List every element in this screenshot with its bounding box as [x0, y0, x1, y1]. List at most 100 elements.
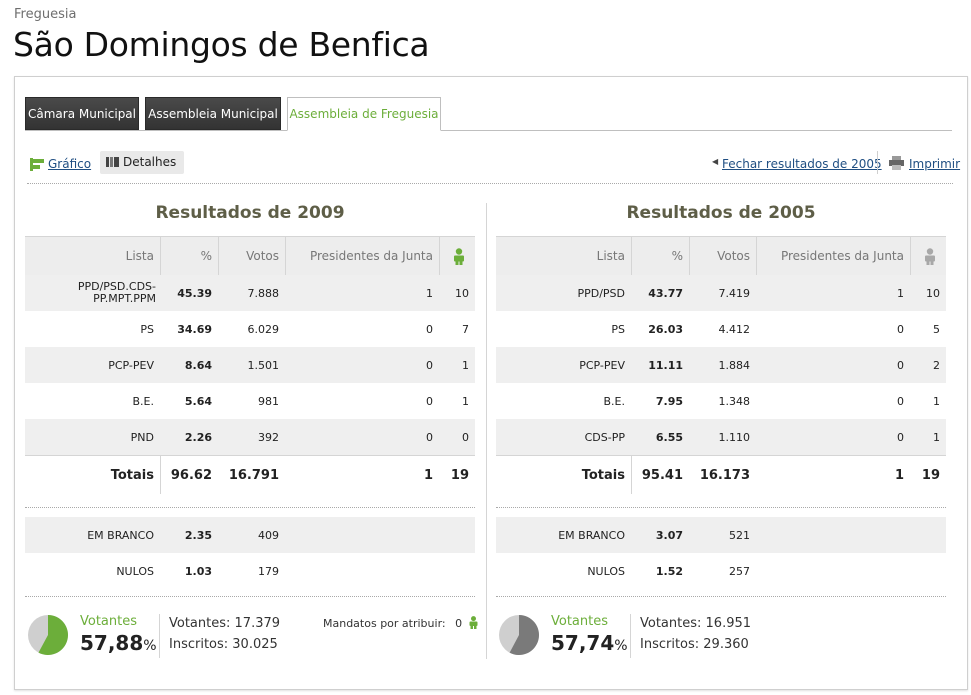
header-votos: Votos — [717, 249, 750, 263]
cell-mandatos: 1 — [462, 394, 469, 408]
header-pct: % — [671, 249, 683, 263]
person-icon — [923, 248, 937, 268]
cell-votos: 7.419 — [718, 286, 751, 300]
table-row: PS 26.03 4.412 0 5 — [496, 311, 946, 347]
mandatos-label: Mandatos por atribuir: — [323, 617, 446, 630]
cell-pct: 43.77 — [648, 286, 683, 300]
cell-mandatos: 1 — [933, 430, 940, 444]
cell-votos: 1.501 — [247, 358, 280, 372]
header-votos: Votos — [246, 249, 279, 263]
cell-votos: 1.884 — [718, 358, 751, 372]
cell-lista: PPD/PSD — [577, 286, 625, 300]
divider-line — [496, 507, 946, 508]
cell-totais-votos: 16.173 — [699, 467, 750, 483]
header-divider — [910, 237, 911, 275]
cell-presidentes: 0 — [897, 322, 904, 336]
grafico-link[interactable]: Gráfico — [48, 157, 91, 171]
cell-nulos-pct: 1.03 — [184, 564, 212, 578]
detalhes-label: Detalhes — [123, 155, 177, 169]
blank-votes-row: EM BRANCO 3.07 521 — [496, 517, 946, 553]
divider-line — [25, 596, 475, 597]
results-2009-title: Resultados de 2009 — [155, 203, 345, 223]
header-lista: Lista — [125, 249, 154, 263]
cell-nulos-label: NULOS — [116, 564, 154, 578]
inscritos-count-2005: Inscritos: 29.360 — [640, 637, 749, 652]
table-row: B.E. 5.64 981 0 1 — [25, 383, 475, 419]
cell-mandatos: 5 — [933, 322, 940, 336]
votantes-count-2005: Votantes: 16.951 — [640, 616, 752, 631]
results-panel: Câmara Municipal Assembleia Municipal As… — [14, 76, 968, 690]
mandatos-value: 0 — [455, 617, 463, 630]
cell-votos: 1.348 — [718, 394, 751, 408]
cell-mandatos: 2 — [933, 358, 940, 372]
cell-pct: 7.95 — [655, 394, 683, 408]
cell-lista: PCP-PEV — [579, 358, 625, 372]
turnout-pie-2009 — [28, 615, 68, 655]
cell-lista: PND — [130, 430, 154, 444]
cell-lista: PPD/PSD.CDS-PP.MPT.PPM — [77, 280, 156, 305]
person-icon — [452, 248, 466, 268]
cell-mandatos: 1 — [462, 358, 469, 372]
table-row: PCP-PEV 8.64 1.501 0 1 — [25, 347, 475, 383]
cell-totais-mandatos: 19 — [921, 467, 940, 483]
cell-lista: CDS-PP — [584, 430, 625, 444]
votantes-count-2009: Votantes: 17.379 — [169, 616, 281, 631]
cell-presidentes: 0 — [426, 430, 433, 444]
results-2005-title: Resultados de 2005 — [626, 203, 816, 223]
imprimir-link[interactable]: Imprimir — [909, 157, 960, 171]
votantes-label-2009: Votantes — [80, 614, 138, 629]
bar-chart-icon — [30, 156, 44, 175]
cell-mandatos: 10 — [926, 286, 940, 300]
cell-presidentes: 0 — [426, 394, 433, 408]
cell-totais-votos: 16.791 — [228, 467, 279, 483]
cell-nulos-votos: 257 — [729, 564, 750, 578]
totals-row: Totais 95.41 16.173 1 19 — [496, 455, 946, 494]
table-row: PPD/PSD 43.77 7.419 1 10 — [496, 275, 946, 311]
results-2009-header: Lista % Votos Presidentes da Junta — [25, 236, 475, 276]
cell-totais-mandatos: 19 — [450, 467, 469, 483]
cell-lista: PCP-PEV — [108, 358, 154, 372]
cell-branco-votos: 521 — [729, 528, 750, 542]
cell-totais-label: Totais — [581, 467, 625, 483]
tab-assembleia-freguesia[interactable]: Assembleia de Freguesia — [287, 97, 441, 131]
divider-line — [25, 507, 475, 508]
cell-votos: 392 — [258, 430, 279, 444]
header-lista: Lista — [596, 249, 625, 263]
page-subtitle: Freguesia — [14, 7, 77, 22]
cell-presidentes: 0 — [897, 394, 904, 408]
list-icon — [106, 152, 119, 175]
blank-votes-row: EM BRANCO 2.35 409 — [25, 517, 475, 553]
detalhes-button[interactable]: Detalhes — [100, 151, 185, 175]
inscritos-count-2009: Inscritos: 30.025 — [169, 637, 278, 652]
cell-mandatos: 0 — [462, 430, 469, 444]
cell-mandatos: 7 — [462, 322, 469, 336]
header-pct: % — [200, 249, 212, 263]
cell-totais-pct: 96.62 — [170, 467, 212, 483]
tab-assembleia-municipal[interactable]: Assembleia Municipal — [145, 97, 281, 130]
votantes-pct-value-2009: 57,88 — [80, 631, 144, 655]
divider-line — [496, 596, 946, 597]
cell-lista: PS — [611, 322, 625, 336]
cell-branco-label: EM BRANCO — [558, 528, 625, 542]
toolbar-divider-line — [27, 183, 953, 184]
cell-totais-presidentes: 1 — [423, 467, 433, 483]
mandatos-por-atribuir: Mandatos por atribuir: 0 — [323, 616, 479, 632]
cell-lista: B.E. — [603, 394, 626, 408]
tab-camara-municipal[interactable]: Câmara Municipal — [25, 97, 139, 130]
table-row: PS 34.69 6.029 0 7 — [25, 311, 475, 347]
cell-totais-pct: 95.41 — [641, 467, 683, 483]
person-icon — [468, 616, 479, 632]
cell-branco-label: EM BRANCO — [87, 528, 154, 542]
cell-lista: PS — [140, 322, 154, 336]
cell-pct: 45.39 — [177, 286, 212, 300]
cell-branco-pct: 3.07 — [655, 528, 683, 542]
table-row: CDS-PP 6.55 1.110 0 1 — [496, 419, 946, 455]
cell-pct: 6.55 — [655, 430, 683, 444]
cell-totais-label: Totais — [110, 467, 154, 483]
null-votes-row: NULOS 1.03 179 — [25, 553, 475, 589]
cell-nulos-pct: 1.52 — [655, 564, 683, 578]
printer-icon[interactable] — [889, 155, 904, 174]
toolbar: Gráfico Detalhes ◀ Fechar resultados de … — [27, 151, 960, 177]
fechar-resultados-link[interactable]: Fechar resultados de 2005 — [722, 157, 882, 171]
cell-pct: 34.69 — [177, 322, 212, 336]
